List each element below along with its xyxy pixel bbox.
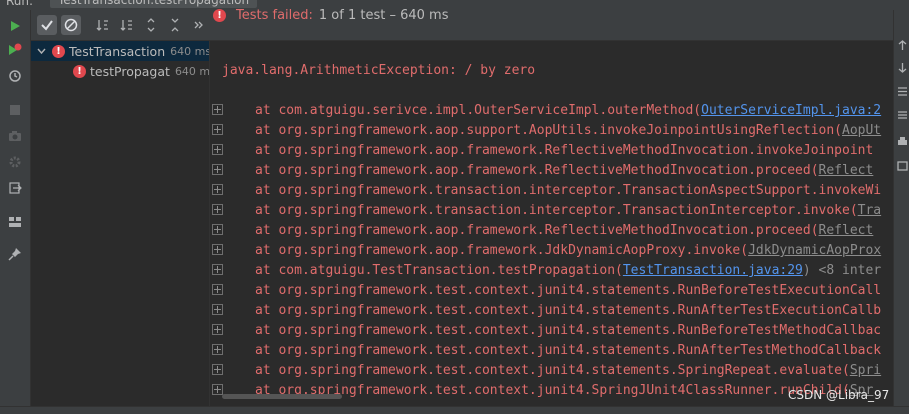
stop-icon[interactable] xyxy=(7,102,23,118)
tree-item-test-class[interactable]: ! TestTransaction 640 ms xyxy=(31,41,209,61)
stack-frame: at org.springframework.test.context.juni… xyxy=(210,281,881,301)
expand-icon[interactable] xyxy=(212,184,223,195)
expand-icon[interactable] xyxy=(212,324,223,335)
tree-item-label: testPropagat xyxy=(90,63,170,79)
right-toolbar xyxy=(893,10,909,406)
error-icon: ! xyxy=(213,9,226,22)
stack-frame-text: at org.springframework.aop.framework.Ref… xyxy=(255,163,819,178)
stack-frame-text: at com.atguigu.TestTransaction.testPropa… xyxy=(255,263,623,278)
error-icon: ! xyxy=(52,44,65,58)
print-icon[interactable] xyxy=(897,136,908,147)
watermark: CSDN @Libra_97 xyxy=(788,388,890,402)
camera-icon[interactable] xyxy=(7,128,23,144)
source-link[interactable]: Reflect xyxy=(819,163,874,178)
layout-icon[interactable] xyxy=(7,214,23,230)
stack-frame: at org.springframework.aop.framework.Ref… xyxy=(210,141,873,161)
up-icon[interactable] xyxy=(897,40,908,51)
source-link[interactable]: TestTransaction.java:29 xyxy=(623,263,803,278)
stack-frame-text: at org.springframework.aop.support.AopUt… xyxy=(255,123,842,138)
expand-icon[interactable] xyxy=(212,144,223,155)
expand-icon[interactable] xyxy=(212,364,223,375)
stack-frame-text: at org.springframework.aop.framework.Ref… xyxy=(255,223,819,238)
expand-all-icon[interactable] xyxy=(141,15,161,35)
test-tree: ! TestTransaction 640 ms ! testPropagat … xyxy=(31,41,210,406)
source-link[interactable]: Spri xyxy=(850,363,881,378)
stack-frame: at org.springframework.aop.framework.Ref… xyxy=(210,221,873,241)
down-icon[interactable] xyxy=(897,62,908,73)
settings-icon[interactable] xyxy=(7,154,23,170)
tree-item-label: TestTransaction xyxy=(69,43,166,59)
horizontal-scrollbar[interactable] xyxy=(222,394,342,399)
expand-icon[interactable] xyxy=(212,164,223,175)
console-output[interactable]: java.lang.ArithmeticException: / by zero… xyxy=(210,41,893,406)
stack-frame: at org.springframework.test.context.juni… xyxy=(210,341,881,361)
source-link[interactable]: Reflect xyxy=(819,223,874,238)
source-link[interactable]: AopUt xyxy=(842,123,881,138)
test-status: ! Tests failed: 1 of 1 test – 640 ms xyxy=(213,8,449,23)
sort-alphabetically-icon[interactable] xyxy=(93,15,113,35)
scroll-to-end-icon[interactable] xyxy=(897,110,908,121)
rerun-icon[interactable] xyxy=(7,18,23,34)
expand-icon[interactable] xyxy=(212,204,223,215)
stack-frame: at org.springframework.aop.framework.Ref… xyxy=(210,161,873,181)
stack-frame: at org.springframework.test.context.juni… xyxy=(210,301,881,321)
collapse-all-icon[interactable] xyxy=(165,15,185,35)
stack-frame-text: at org.springframework.transaction.inter… xyxy=(255,203,858,218)
expand-icon[interactable] xyxy=(212,244,223,255)
exit-icon[interactable] xyxy=(7,180,23,196)
source-link[interactable]: JdkDynamicAopProx xyxy=(748,243,881,258)
clear-icon[interactable] xyxy=(897,160,908,171)
stack-frame-text: at com.atguigu.serivce.impl.OuterService… xyxy=(255,103,702,118)
expand-icon[interactable] xyxy=(212,264,223,275)
tree-item-duration: 640 ms xyxy=(170,44,209,58)
more-actions-icon[interactable] xyxy=(189,15,209,35)
expand-icon[interactable] xyxy=(212,284,223,295)
expand-icon[interactable] xyxy=(212,304,223,315)
stack-frame: at org.springframework.aop.framework.Jdk… xyxy=(210,241,881,261)
stack-frame-text: at org.springframework.test.context.juni… xyxy=(255,323,882,338)
expand-icon[interactable] xyxy=(212,104,223,115)
source-link[interactable]: Tra xyxy=(858,203,881,218)
source-link[interactable]: OuterServiceImpl.java:2 xyxy=(701,103,881,118)
stack-frame-text: at org.springframework.aop.framework.Jdk… xyxy=(255,243,749,258)
expand-icon[interactable] xyxy=(212,224,223,235)
stack-frame-text: at org.springframework.transaction.inter… xyxy=(255,183,882,198)
tree-item-test-method[interactable]: ! testPropagat 640 ms xyxy=(31,61,209,81)
stack-frame: at org.springframework.transaction.inter… xyxy=(210,181,881,201)
tests-failed-label: Tests failed: xyxy=(236,8,313,23)
stack-frame-text: at org.springframework.test.context.juni… xyxy=(255,283,882,298)
error-icon: ! xyxy=(73,64,86,78)
stack-frame: at com.atguigu.TestTransaction.testPropa… xyxy=(210,261,881,281)
test-toolbar xyxy=(31,10,909,41)
run-label: Run: xyxy=(6,0,34,8)
stack-frame: at org.springframework.test.context.juni… xyxy=(210,361,881,381)
stack-frame: at com.atguigu.serivce.impl.OuterService… xyxy=(210,101,881,121)
exception-message: java.lang.ArithmeticException: / by zero xyxy=(222,63,536,78)
stack-frame-text: at org.springframework.test.context.juni… xyxy=(255,363,850,378)
stack-frame: at org.springframework.test.context.juni… xyxy=(210,321,881,341)
stack-frame: at org.springframework.aop.support.AopUt… xyxy=(210,121,881,141)
show-passed-icon[interactable] xyxy=(37,15,57,35)
stack-frame-suffix: ) <8 inter xyxy=(802,263,882,278)
run-window-header: Run: TestTransaction.testPropagation xyxy=(0,0,909,10)
left-toolbar xyxy=(0,10,31,406)
stack-frame: at org.springframework.transaction.inter… xyxy=(210,201,881,221)
tree-item-duration: 640 ms xyxy=(174,64,209,78)
pin-icon[interactable] xyxy=(7,246,23,262)
toggle-auto-test-icon[interactable] xyxy=(7,68,23,84)
stack-frame-text: at org.springframework.test.context.juni… xyxy=(255,343,882,358)
chevron-down-icon[interactable] xyxy=(37,47,46,56)
expand-icon[interactable] xyxy=(212,384,223,395)
sort-duration-icon[interactable] xyxy=(117,15,137,35)
expand-icon[interactable] xyxy=(212,124,223,135)
stack-frame-text: at org.springframework.test.context.juni… xyxy=(255,303,882,318)
show-ignored-icon[interactable] xyxy=(61,15,81,35)
run-tab[interactable]: TestTransaction.testPropagation xyxy=(50,0,258,8)
tests-failed-detail: 1 of 1 test – 640 ms xyxy=(318,8,449,23)
rerun-failed-icon[interactable] xyxy=(7,42,23,58)
stack-frame-text: at org.springframework.aop.framework.Ref… xyxy=(255,143,874,158)
soft-wrap-icon[interactable] xyxy=(897,86,908,97)
expand-icon[interactable] xyxy=(212,344,223,355)
stack-frame-text: at org.springframework.test.context.juni… xyxy=(255,383,850,398)
